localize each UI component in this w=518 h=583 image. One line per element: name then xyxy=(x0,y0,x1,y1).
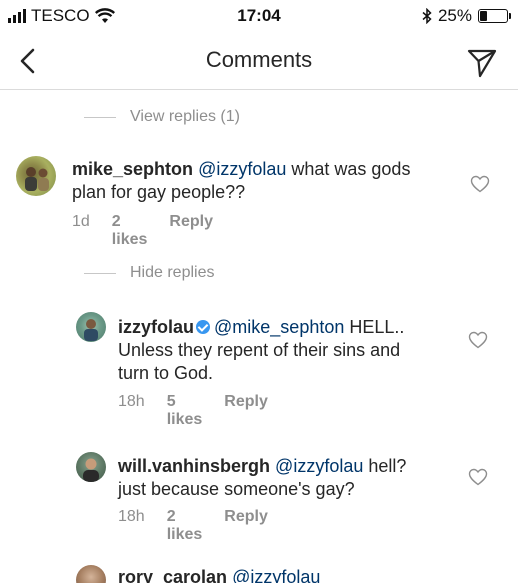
comment-age: 1d xyxy=(72,213,90,230)
comment-likes[interactable]: 2 likes xyxy=(112,213,148,249)
direct-send-icon[interactable] xyxy=(466,46,498,78)
like-heart-icon[interactable] xyxy=(468,468,488,486)
verified-badge-icon xyxy=(196,320,211,334)
comment-username[interactable]: will.vanhinsbergh xyxy=(118,456,270,476)
comment-username[interactable]: izzyfolau xyxy=(118,317,194,337)
avatar[interactable] xyxy=(76,452,106,482)
comment-body: izzyfolau @mike_sephton HELL.. Unless the… xyxy=(118,316,458,385)
view-replies-link[interactable]: View replies (1) xyxy=(84,108,240,126)
comment-body: will.vanhinsbergh @izzyfolau hell? just … xyxy=(118,455,458,501)
comment-text-line: turn to God. xyxy=(118,363,214,383)
comment-username[interactable]: rory_carolan xyxy=(118,567,227,583)
divider-line xyxy=(84,272,116,274)
comment-age: 18h xyxy=(118,393,145,410)
avatar[interactable] xyxy=(76,565,106,583)
comment-meta: 18h 2 likes Reply xyxy=(118,508,268,544)
status-right: 25% xyxy=(422,6,511,26)
view-replies-label: View replies (1) xyxy=(130,108,240,125)
comment-text-line: plan for gay people?? xyxy=(72,182,246,202)
hide-replies-link[interactable]: Hide replies xyxy=(84,264,214,282)
comment-body: rory_carolan @izzyfolau xyxy=(118,566,458,583)
reply-button[interactable]: Reply xyxy=(169,213,213,249)
avatar[interactable] xyxy=(76,312,106,342)
comment-mention[interactable]: @izzyfolau xyxy=(232,567,320,583)
comment-text-line: Unless they repent of their sins and xyxy=(118,340,401,360)
like-heart-icon[interactable] xyxy=(468,331,488,349)
divider-line xyxy=(84,116,116,118)
comment-body: mike_sephton @izzyfolau what was gods pl… xyxy=(72,158,452,204)
comment-text-line: just because someone's gay? xyxy=(118,479,355,499)
page-title: Comments xyxy=(205,47,313,72)
comment-username[interactable]: mike_sephton xyxy=(72,159,193,179)
battery-icon xyxy=(478,9,511,23)
avatar[interactable] xyxy=(16,156,56,196)
comment-mention[interactable]: @izzyfolau xyxy=(198,159,286,179)
comment-age: 18h xyxy=(118,508,145,525)
comment-meta: 18h 5 likes Reply xyxy=(118,393,268,429)
comment-text-line: HELL.. xyxy=(344,317,405,337)
comment-meta: 1d 2 likes Reply xyxy=(72,213,213,249)
comment-likes[interactable]: 5 likes xyxy=(167,393,203,429)
like-heart-icon[interactable] xyxy=(470,175,490,193)
comment-mention[interactable]: @izzyfolau xyxy=(275,456,363,476)
reply-button[interactable]: Reply xyxy=(224,508,268,544)
reply-button[interactable]: Reply xyxy=(224,393,268,429)
bluetooth-icon xyxy=(422,8,432,24)
nav-bar: Comments xyxy=(0,34,518,90)
comment-text-line: hell? xyxy=(363,456,407,476)
hide-replies-label: Hide replies xyxy=(130,264,215,281)
battery-percent: 25% xyxy=(437,6,472,25)
comment-text-line: what was gods xyxy=(286,159,411,179)
status-bar: TESCO 17:04 25% xyxy=(0,0,518,34)
comment-likes[interactable]: 2 likes xyxy=(167,508,203,544)
comment-mention[interactable]: @mike_sephton xyxy=(214,317,344,337)
